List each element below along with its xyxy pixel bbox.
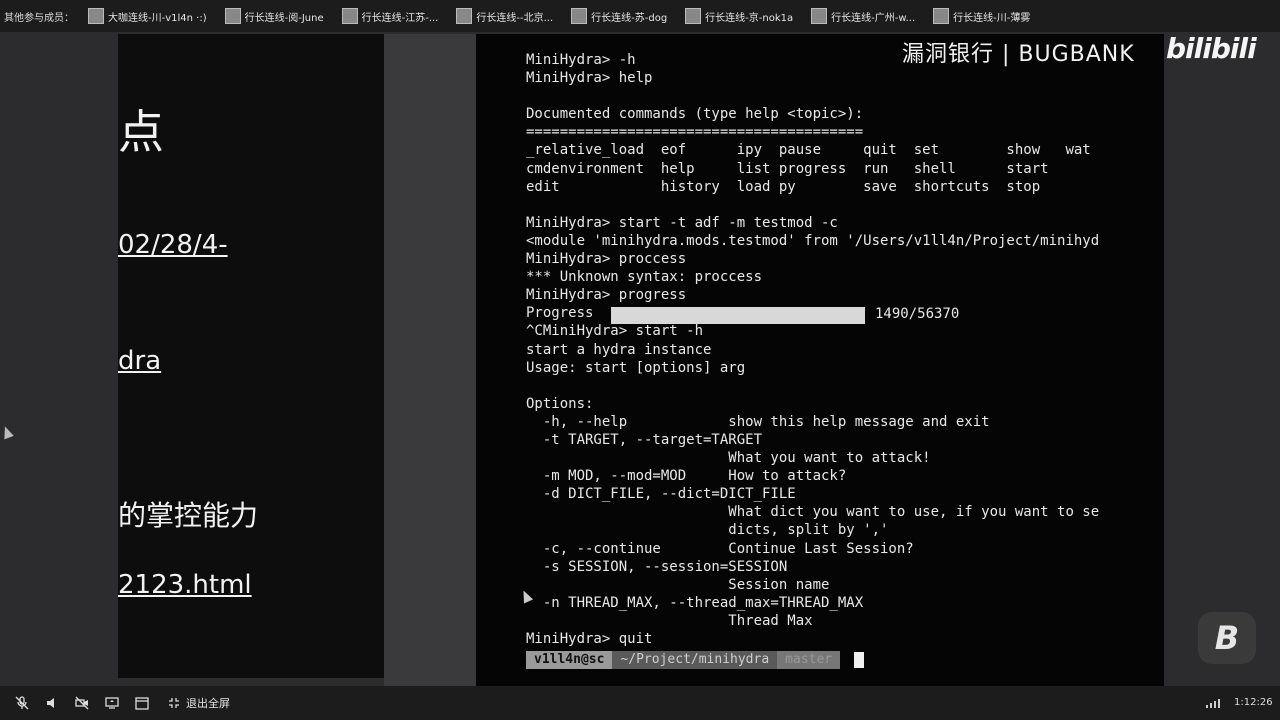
terminal-line: -s SESSION, --session=SESSION	[526, 558, 788, 575]
bugbank-watermark: 漏洞银行 | BUGBANK	[902, 42, 1135, 67]
participant-item[interactable]: 行长连线-广州-w...	[807, 4, 919, 28]
control-bar: 退出全屏	[0, 686, 1280, 720]
members-label: 其他参与成员：	[4, 12, 74, 24]
participant-item[interactable]: 大咖连线-川-v1l4n ·:)	[84, 4, 211, 28]
terminal-line: Usage: start [options] arg	[526, 359, 746, 376]
bb-badge-icon: B	[1198, 612, 1256, 664]
participant-bar: 其他参与成员： 大咖连线-川-v1l4n ·:) 行长连线-阅-June 行长连…	[0, 0, 1280, 32]
terminal-line: -t TARGET, --target=TARGET	[526, 431, 763, 448]
participant-name: 行长连线-江苏-...	[361, 12, 439, 24]
calendar-icon[interactable]	[134, 695, 150, 711]
mic-muted-icon[interactable]	[14, 695, 30, 711]
screen-gap	[384, 34, 476, 686]
terminal-line: -c, --continue Continue Last Session?	[526, 540, 914, 557]
slide-hydra-link[interactable]: dra	[118, 346, 161, 376]
slide-html-link[interactable]: 2123.html	[118, 570, 252, 600]
terminal-line: -d DICT_FILE, --dict=DICT_FILE	[526, 486, 796, 503]
terminal-line: MiniHydra> start -t adf -m testmod -c	[526, 214, 838, 231]
terminal-line: MiniHydra> quit	[526, 631, 653, 647]
screen-gap-right	[1164, 34, 1280, 686]
exit-fullscreen-label: 退出全屏	[186, 697, 230, 710]
camera-off-icon[interactable]	[74, 695, 90, 711]
clock: 1:12:26	[1234, 697, 1273, 708]
terminal-line: cmdenvironment help list progress run sh…	[526, 160, 1049, 177]
slide-heading: 点	[118, 105, 164, 159]
participant-name: 大咖连线-川-v1l4n ·:)	[108, 12, 207, 24]
participant-item[interactable]: 行长连线-阅-June	[221, 4, 328, 28]
terminal-line: ========================================	[526, 124, 864, 141]
terminal-line: edit history load py save shortcuts stop	[526, 178, 1041, 195]
slide-date-link[interactable]: 02/28/4-	[118, 230, 228, 260]
terminal-line: Options:	[526, 395, 594, 412]
avatar	[811, 8, 828, 24]
terminal-line: dicts, split by ','	[526, 522, 889, 539]
terminal-line: start a hydra instance	[526, 341, 712, 358]
prompt-git-branch: master	[777, 651, 841, 669]
participant-item[interactable]: 行长连线-京-nok1a	[681, 4, 797, 28]
progress-bar	[611, 307, 865, 324]
bilibili-logo: bilibili	[1166, 32, 1257, 65]
exit-fullscreen-button[interactable]: 退出全屏	[166, 695, 230, 711]
slide-control-text: 的掌控能力	[118, 499, 259, 532]
terminal-line: -m MOD, --mod=MOD How to attack?	[526, 468, 847, 485]
terminal-line: What dict you want to use, if you want t…	[526, 504, 1100, 521]
participant-name: 行长连线-川-薄雾	[953, 12, 1031, 24]
screen-share-icon[interactable]	[104, 695, 120, 711]
speaker-icon[interactable]	[44, 695, 60, 711]
text-cursor	[854, 652, 865, 668]
avatar	[88, 8, 104, 24]
participant-name: 行长连线-京-nok1a	[705, 12, 794, 24]
terminal-line: -h, --help show this help message and ex…	[526, 413, 990, 430]
participant-name: 行长连线--北京...	[476, 12, 554, 24]
mouse-pointer-icon	[0, 424, 14, 440]
terminal-window[interactable]: MiniHydra> -h MiniHydra> help Documented c…	[476, 34, 1164, 686]
terminal-line: _relative_load eof ipy pause quit set sh…	[526, 142, 1091, 159]
terminal-line: What you want to attack!	[526, 450, 931, 467]
avatar	[571, 8, 588, 24]
signal-icon	[1206, 698, 1220, 708]
participant-item[interactable]: 行长连线-苏-dog	[567, 4, 671, 28]
avatar	[933, 8, 950, 24]
terminal-line: Documented commands (type help <topic>):	[526, 106, 864, 123]
prompt-path: ~/Project/minihydra	[612, 651, 778, 669]
avatar	[456, 8, 473, 24]
terminal-line: -n THREAD_MAX, --thread_max=THREAD_MAX	[526, 594, 864, 611]
shared-slide: 点 02/28/4- dra 的掌控能力 2123.html	[118, 34, 384, 678]
terminal-line: ^CMiniHydra> start -h	[526, 323, 704, 340]
avatar	[685, 8, 702, 24]
participant-name: 行长连线-苏-dog	[591, 12, 668, 24]
terminal-line: MiniHydra> progress	[526, 287, 687, 304]
avatar	[224, 8, 241, 24]
terminal-line: <module 'minihydra.mods.testmod' from '/…	[526, 232, 1100, 249]
terminal-line: *** Unknown syntax: proccess	[526, 269, 763, 286]
progress-count: 1490/56370	[875, 306, 960, 322]
terminal-line: Thread Max	[526, 612, 813, 629]
participant-name: 行长连线-阅-June	[244, 12, 324, 24]
terminal-output: MiniHydra> -h MiniHydra> help Documented c…	[526, 51, 1099, 648]
exit-fullscreen-icon	[166, 695, 182, 711]
participant-item[interactable]: 行长连线-川-薄雾	[929, 4, 1034, 28]
terminal-line: Session name	[526, 576, 830, 593]
avatar	[341, 8, 358, 24]
terminal-line: MiniHydra> proccess	[526, 251, 687, 268]
participant-name: 行长连线-广州-w...	[831, 12, 916, 24]
participant-item[interactable]: 行长连线--北京...	[452, 4, 557, 28]
prompt-user: v1ll4n@sc	[526, 651, 613, 669]
participant-item[interactable]: 行长连线-江苏-...	[338, 4, 443, 28]
shell-prompt[interactable]: v1ll4n@sc ~/Project/minihydra master	[526, 650, 865, 670]
terminal-line: MiniHydra> help	[526, 70, 653, 87]
